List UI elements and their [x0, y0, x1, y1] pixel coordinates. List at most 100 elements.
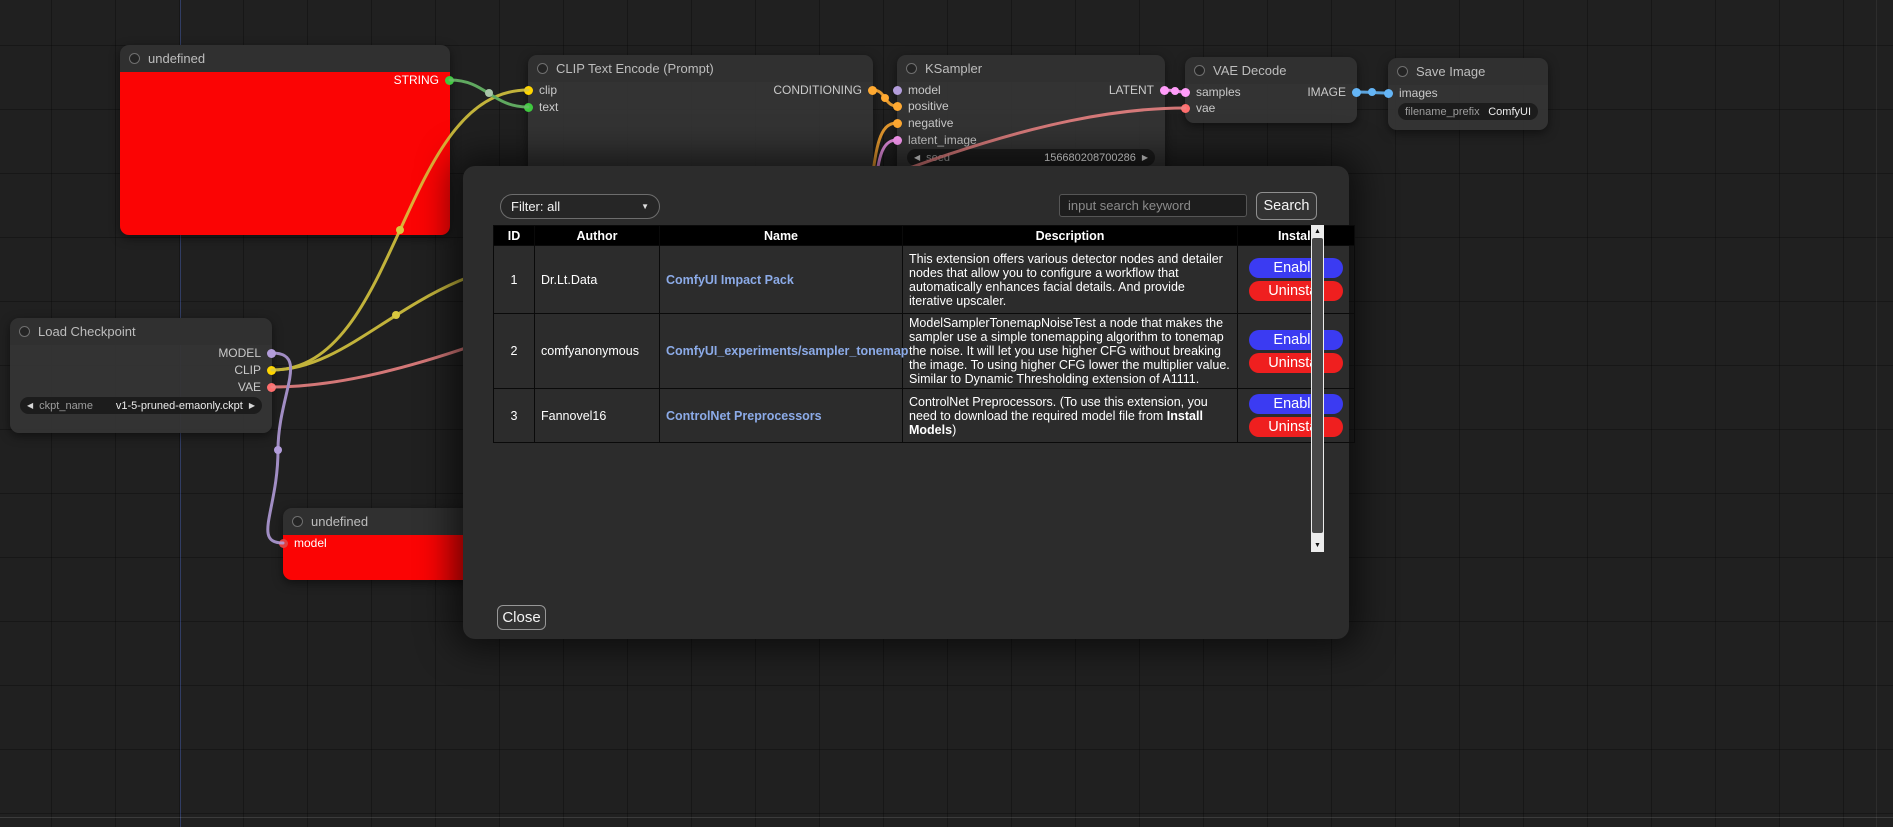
input-dot-model[interactable] — [893, 86, 902, 95]
uninstall-button[interactable]: Uninstall — [1249, 353, 1343, 373]
table-row: 2 comfyanonymous ComfyUI_experiments/sam… — [494, 314, 1355, 389]
node-load-checkpoint[interactable]: Load Checkpoint MODEL CLIP VAE ◀ ckpt_na… — [10, 318, 272, 433]
enable-button[interactable]: Enable — [1249, 330, 1343, 350]
output-label: CONDITIONING — [773, 83, 862, 97]
extension-id-cell: 2 — [494, 314, 535, 389]
node-title: KSampler — [925, 61, 982, 76]
input-dot-images[interactable] — [1384, 89, 1393, 98]
node-collapse-dot[interactable] — [1194, 65, 1205, 76]
previous-arrow-icon[interactable]: ◀ — [27, 397, 33, 414]
input-label: positive — [908, 99, 949, 113]
widget-value: ComfyUI — [1488, 106, 1531, 118]
node-title: Load Checkpoint — [38, 324, 136, 339]
ckpt-name-widget[interactable]: ◀ ckpt_name v1-5-pruned-emaonly.ckpt ▶ — [20, 397, 262, 414]
extension-description-cell: This extension offers various detector n… — [903, 246, 1238, 314]
node-undefined-string[interactable]: undefined STRING — [120, 45, 450, 235]
node-title: VAE Decode — [1213, 63, 1286, 78]
filter-dropdown-label: Filter: all — [511, 199, 560, 214]
scroll-up-icon: ▲ — [1314, 228, 1321, 235]
input-dot-text[interactable] — [524, 103, 533, 112]
node-collapse-dot[interactable] — [1397, 66, 1408, 77]
canvas-bottom-line — [0, 817, 1893, 818]
extension-description-cell: ModelSamplerTonemapNoiseTest a node that… — [903, 314, 1238, 389]
enable-button[interactable]: Enable — [1249, 258, 1343, 278]
uninstall-button[interactable]: Uninstall — [1249, 281, 1343, 301]
wire-string — [450, 80, 528, 107]
extension-name-link[interactable]: ComfyUI Impact Pack — [666, 273, 794, 287]
input-label: negative — [908, 116, 953, 130]
output-label: STRING — [394, 73, 439, 87]
output-label: CLIP — [234, 363, 261, 377]
scrollbar[interactable]: ▲ ▼ — [1311, 225, 1324, 552]
input-dot-latent-image[interactable] — [893, 136, 902, 145]
search-input[interactable] — [1059, 194, 1247, 217]
widget-label: filename_prefix — [1405, 106, 1480, 118]
input-label: clip — [539, 83, 557, 97]
output-dot-conditioning[interactable] — [868, 86, 877, 95]
header-author: Author — [535, 226, 660, 246]
input-label: text — [539, 100, 558, 114]
increment-arrow-icon[interactable]: ▶ — [1142, 149, 1148, 166]
header-install: Install — [1238, 226, 1355, 246]
chevron-down-icon: ▼ — [641, 202, 649, 211]
extension-author-cell: Fannovel16 — [535, 389, 660, 443]
extension-install-cell: Enable Uninstall — [1238, 246, 1355, 314]
node-collapse-dot[interactable] — [292, 516, 303, 527]
table-row: 3 Fannovel16 ControlNet Preprocessors Co… — [494, 389, 1355, 443]
extension-description-cell: ControlNet Preprocessors. (To use this e… — [903, 389, 1238, 443]
output-dot-clip[interactable] — [267, 366, 276, 375]
uninstall-button[interactable]: Uninstall — [1249, 417, 1343, 437]
filter-dropdown[interactable]: Filter: all ▼ — [500, 194, 660, 219]
output-dot-image[interactable] — [1352, 88, 1361, 97]
extension-name-link[interactable]: ControlNet Preprocessors — [666, 409, 822, 423]
extension-table-wrap: ID Author Name Description Install 1 Dr.… — [493, 225, 1324, 552]
input-dot-samples[interactable] — [1181, 88, 1190, 97]
extension-name-link[interactable]: ComfyUI_experiments/sampler_tonemap — [666, 344, 908, 358]
node-ksampler[interactable]: KSampler model positive negative latent_… — [897, 55, 1165, 175]
node-clip-text-encode[interactable]: CLIP Text Encode (Prompt) clip text COND… — [528, 55, 873, 175]
decrement-arrow-icon[interactable]: ◀ — [914, 149, 920, 166]
input-dot-vae[interactable] — [1181, 104, 1190, 113]
canvas-edge-line — [1876, 0, 1877, 827]
output-label: IMAGE — [1307, 85, 1346, 99]
output-dot-string[interactable] — [445, 76, 454, 85]
node-title: undefined — [148, 51, 205, 66]
node-collapse-dot[interactable] — [537, 63, 548, 74]
output-label: LATENT — [1109, 83, 1154, 97]
filename-prefix-widget[interactable]: filename_prefix ComfyUI — [1398, 103, 1538, 120]
input-dot-model[interactable] — [279, 539, 288, 548]
input-label: vae — [1196, 101, 1215, 115]
input-label: images — [1399, 86, 1438, 100]
seed-widget[interactable]: ◀ seed 156680208700286 ▶ — [907, 149, 1155, 166]
input-dot-positive[interactable] — [893, 102, 902, 111]
search-button[interactable]: Search — [1256, 192, 1317, 220]
input-label: model — [294, 536, 327, 550]
close-button[interactable]: Close — [497, 605, 546, 630]
header-description: Description — [903, 226, 1238, 246]
node-collapse-dot[interactable] — [129, 53, 140, 64]
output-dot-model[interactable] — [267, 349, 276, 358]
output-dot-latent[interactable] — [1160, 86, 1169, 95]
node-title: Save Image — [1416, 64, 1485, 79]
scroll-down-button[interactable]: ▼ — [1311, 539, 1324, 552]
output-label: MODEL — [218, 346, 261, 360]
node-undefined-model[interactable]: undefined model — [283, 508, 493, 580]
extension-install-cell: Enable Uninstall — [1238, 314, 1355, 389]
extension-table: ID Author Name Description Install 1 Dr.… — [493, 225, 1355, 443]
manager-dialog: Filter: all ▼ Search ID Author Name Desc… — [463, 166, 1349, 639]
output-dot-vae[interactable] — [267, 383, 276, 392]
input-label: latent_image — [908, 133, 977, 147]
input-dot-negative[interactable] — [893, 119, 902, 128]
node-collapse-dot[interactable] — [19, 326, 30, 337]
enable-button[interactable]: Enable — [1249, 394, 1343, 414]
scrollbar-thumb[interactable] — [1312, 238, 1323, 533]
input-dot-clip[interactable] — [524, 86, 533, 95]
node-save-image[interactable]: Save Image images filename_prefix ComfyU… — [1388, 58, 1548, 130]
input-label: samples — [1196, 85, 1241, 99]
scroll-up-button[interactable]: ▲ — [1311, 225, 1324, 238]
widget-label: ckpt_name — [39, 400, 93, 412]
header-id: ID — [494, 226, 535, 246]
node-vae-decode[interactable]: VAE Decode samples vae IMAGE — [1185, 57, 1357, 123]
next-arrow-icon[interactable]: ▶ — [249, 397, 255, 414]
node-collapse-dot[interactable] — [906, 63, 917, 74]
